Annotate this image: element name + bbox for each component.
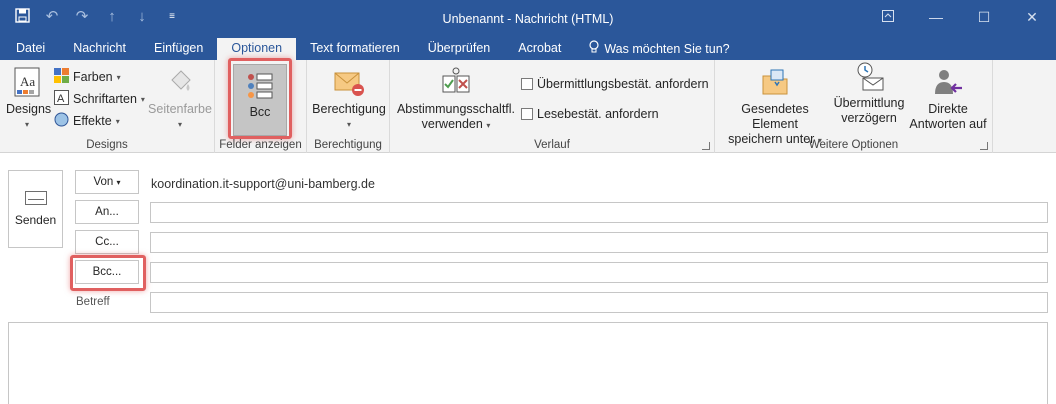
bcc-field[interactable] [150,262,1048,283]
verzoegern-label-1: Übermittlung [833,96,905,110]
chevron-down-icon: ▾ [115,116,120,126]
from-label: Von [93,176,114,188]
tab-ueberpruefen[interactable]: Überprüfen [414,38,505,60]
effects-icon [54,112,69,130]
color-palette-icon [54,68,69,86]
from-button[interactable]: Von ▾ [75,170,139,194]
uebermittlung-verzoegern-button[interactable]: Übermittlung verzögern [830,60,908,126]
group-berechtigung: Berechtigung ▾ Berechtigung [307,60,390,153]
svg-text:Aa: Aa [20,74,35,89]
direkte-antworten-button[interactable]: Direkte Antworten auf [907,66,989,132]
lesebestaet-checkbox[interactable]: Lesebestät. anfordern [521,107,659,121]
checkbox-icon [521,108,533,120]
title-bar: ↶ ↷ ↑ ↓ ≡ Unbenannt - Nachricht (HTML) —… [0,0,1056,38]
message-body[interactable] [8,322,1048,404]
farben-button[interactable]: Farben ▾ [54,68,121,86]
gesendetes-label-1: Gesendetes Element [741,102,809,131]
uebermittlungsbestaet-checkbox[interactable]: Übermittlungsbestät. anfordern [521,77,709,91]
antworten-label-2: Antworten auf [909,117,987,131]
effekte-button[interactable]: Effekte ▾ [54,112,120,130]
designs-caret-icon: ▾ [24,120,29,129]
chevron-down-icon: ▾ [346,120,351,129]
tell-me-label: Was möchten Sie tun? [604,41,730,56]
farben-label: Farben [73,70,113,84]
group-verlauf: Abstimmungsschaltfl. verwenden ▾ Übermit… [390,60,715,153]
bcc-button-highlight-frame [70,255,146,291]
designs-icon: Aa [11,66,43,98]
seitenfarbe-button[interactable]: Seitenfarbe ▾ [148,66,212,132]
effekte-label: Effekte [73,114,112,128]
save-sent-item-icon [759,66,791,98]
chevron-down-icon: ▾ [140,94,145,104]
group-weitere-optionen: Gesendetes Element speichern unter ▾ Übe… [715,60,993,153]
maximize-icon[interactable]: ☐ [960,0,1008,34]
to-field[interactable] [150,202,1048,223]
svg-text:A: A [57,93,65,105]
paint-bucket-icon [164,66,196,98]
group-label-felder: Felder anzeigen [219,139,302,151]
bcc-highlight-frame [228,58,292,139]
dialog-launcher-icon[interactable] [702,142,710,150]
group-label-weitere: Weitere Optionen [808,139,899,151]
schriftarten-label: Schriftarten [73,92,137,106]
uebermittlungsbestaet-label: Übermittlungsbestät. anfordern [537,77,709,91]
chevron-down-icon: ▾ [116,72,121,82]
seitenfarbe-label: Seitenfarbe [148,102,212,116]
font-icon: A [54,90,69,108]
ribbon-tabs: Datei Nachricht Einfügen Optionen Text f… [0,38,1056,60]
chevron-down-icon: ▾ [486,121,491,130]
ribbon: Aa Designs ▾ Farben ▾ A Schriftarten ▾ E… [0,58,1056,153]
from-address: koordination.it-support@uni-bamberg.de [151,177,375,191]
group-designs: Aa Designs ▾ Farben ▾ A Schriftarten ▾ E… [0,60,215,153]
minimize-icon[interactable]: — [912,0,960,34]
subject-label: Betreff [76,296,110,308]
chevron-down-icon: ▾ [116,178,121,187]
cc-button[interactable]: Cc... [75,230,139,254]
group-label-designs: Designs [86,139,128,151]
to-button[interactable]: An... [75,200,139,224]
send-button[interactable]: Senden [8,170,63,248]
antworten-label-1: Direkte [928,102,968,116]
tab-nachricht[interactable]: Nachricht [59,38,140,60]
schriftarten-button[interactable]: A Schriftarten ▾ [54,90,145,108]
voting-buttons-icon [440,66,472,98]
designs-button[interactable]: Aa Designs ▾ [6,66,52,132]
gesendetes-element-button[interactable]: Gesendetes Element speichern unter ▾ [719,66,831,148]
verzoegern-label-2: verzögern [841,111,897,125]
berechtigung-button[interactable]: Berechtigung ▾ [310,66,388,132]
subject-field[interactable] [150,292,1048,313]
group-label-berechtigung: Berechtigung [314,139,382,151]
cc-field[interactable] [150,232,1048,253]
tab-einfuegen[interactable]: Einfügen [140,38,217,60]
window-controls: — ☐ ✕ [864,0,1056,34]
ribbon-display-icon[interactable] [864,0,912,34]
tell-me-search[interactable]: Was möchten Sie tun? [575,38,743,60]
delay-delivery-icon [853,60,885,92]
permission-envelope-icon [333,66,365,98]
chevron-down-icon: ▾ [177,120,182,129]
group-label-verlauf: Verlauf [534,139,570,151]
abstimmung-label-2: verwenden [421,117,483,131]
tab-acrobat[interactable]: Acrobat [504,38,575,60]
tab-text-formatieren[interactable]: Text formatieren [296,38,414,60]
dialog-launcher-icon[interactable] [980,142,988,150]
tab-optionen[interactable]: Optionen [217,38,297,60]
abstimmung-label-1: Abstimmungsschaltfl. [396,102,516,116]
lightbulb-icon [589,39,599,60]
berechtigung-label: Berechtigung [312,102,386,116]
tab-datei[interactable]: Datei [0,38,59,60]
abstimmung-button[interactable]: Abstimmungsschaltfl. verwenden ▾ [396,66,516,133]
group-felder-anzeigen: Bcc Felder anzeigen [215,58,307,153]
send-envelope-icon [24,191,47,205]
direct-replies-icon [932,66,964,98]
send-label: Senden [14,213,57,227]
lesebestaet-label: Lesebestät. anfordern [537,107,659,121]
checkbox-icon [521,78,533,90]
designs-label: Designs [6,102,52,116]
compose-area: Senden Von ▾ koordination.it-support@uni… [0,154,1056,404]
close-icon[interactable]: ✕ [1008,0,1056,34]
abstimmung-label-2-row: verwenden ▾ [396,117,516,133]
